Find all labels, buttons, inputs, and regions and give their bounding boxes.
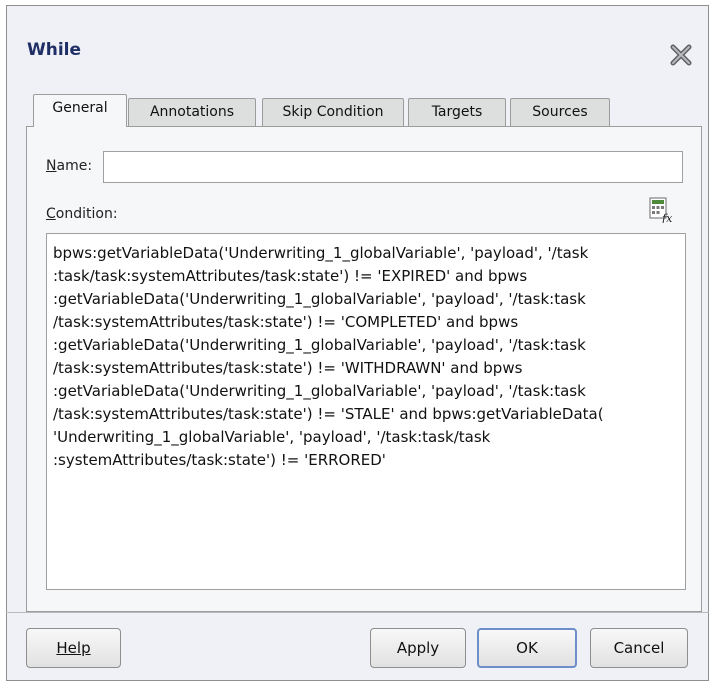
tab-general[interactable]: General — [33, 94, 127, 127]
tab-sources[interactable]: Sources — [510, 98, 610, 126]
ok-button-label: OK — [516, 639, 538, 657]
name-input[interactable] — [103, 151, 683, 183]
condition-textarea[interactable]: bpws:getVariableData('Underwriting_1_glo… — [46, 233, 686, 590]
close-icon[interactable] — [668, 42, 694, 68]
condition-label: Condition: — [46, 206, 118, 222]
svg-text:fx: fx — [661, 212, 673, 223]
name-label: Name: — [46, 158, 93, 174]
tab-annotations[interactable]: Annotations — [128, 98, 256, 126]
tab-skip-condition[interactable]: Skip Condition — [262, 98, 404, 126]
ok-button[interactable]: OK — [477, 628, 577, 668]
dialog-title: While — [27, 40, 82, 60]
help-button[interactable]: Help — [26, 628, 121, 668]
cancel-button[interactable]: Cancel — [590, 628, 688, 668]
button-separator — [6, 612, 709, 613]
cancel-button-label: Cancel — [613, 639, 665, 657]
apply-button[interactable]: Apply — [370, 628, 466, 668]
help-button-label: Help — [56, 639, 91, 657]
tab-targets[interactable]: Targets — [408, 98, 506, 126]
apply-button-label: Apply — [396, 639, 440, 657]
expression-builder-icon[interactable]: fx — [649, 197, 673, 225]
title-bar: While — [7, 6, 708, 88]
